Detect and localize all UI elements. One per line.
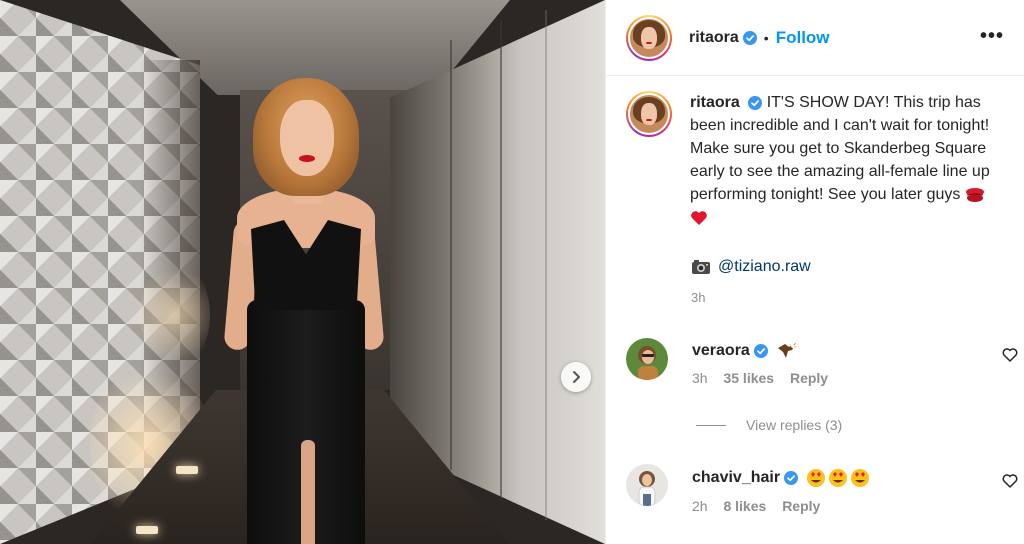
like-heart-icon[interactable] — [1002, 348, 1018, 362]
verified-badge-icon — [742, 30, 757, 45]
comment-likes[interactable]: 35 likes — [723, 370, 774, 386]
like-heart-icon[interactable] — [1002, 474, 1018, 488]
follow-button[interactable]: Follow — [776, 28, 830, 48]
camera-icon — [692, 260, 710, 274]
caption-text-block: ritaora IT'S SHOW DAY! This trip has bee… — [690, 91, 990, 229]
next-photo-button[interactable] — [561, 362, 591, 392]
photo-panel-line — [450, 40, 452, 470]
verified-badge-icon — [748, 95, 763, 110]
photo-floor-light — [176, 466, 198, 474]
photo-panel-line — [545, 10, 547, 520]
verified-badge-icon — [753, 344, 768, 358]
view-replies-button[interactable]: View replies (3) — [696, 417, 842, 433]
author-avatar[interactable] — [626, 14, 672, 61]
reply-button[interactable]: Reply — [782, 498, 820, 514]
commenter-username[interactable]: chaviv_hair — [692, 469, 780, 487]
eagle-icon — [777, 343, 797, 358]
subject-face — [280, 100, 334, 176]
comment-time[interactable]: 3h — [692, 370, 708, 386]
heart-eyes-emoji-icon — [807, 469, 870, 487]
kiss-mark-icon — [965, 187, 984, 202]
commenter-username[interactable]: veraora — [692, 342, 750, 360]
commenter-avatar[interactable] — [626, 464, 668, 506]
caption-username[interactable]: ritaora — [690, 94, 740, 111]
red-heart-icon — [691, 210, 707, 225]
photo-credit-link[interactable]: @tiziano.raw — [718, 258, 811, 276]
comment-time[interactable]: 2h — [692, 498, 708, 514]
author-username[interactable]: ritaora — [689, 29, 739, 47]
subject-leg — [301, 440, 315, 544]
comment-meta: 2h 8 likes Reply — [692, 498, 872, 514]
view-replies-label: View replies (3) — [746, 417, 843, 433]
subject-lips — [299, 155, 315, 162]
comment-body: veraora 3h 35 likes Reply — [692, 342, 828, 386]
photo-floor-light — [136, 526, 158, 534]
chevron-right-icon — [573, 371, 580, 383]
comment-meta: 3h 35 likes Reply — [692, 370, 828, 386]
commenter-avatar[interactable] — [626, 338, 668, 380]
photo-panel-line — [500, 20, 502, 500]
post-header: ritaora • Follow ••• — [606, 0, 1024, 76]
post-photo[interactable] — [0, 0, 605, 544]
comment-likes[interactable]: 8 likes — [723, 498, 766, 514]
header-separator: • — [763, 29, 769, 46]
post-caption: ritaora IT'S SHOW DAY! This trip has bee… — [626, 91, 1016, 229]
post-details-panel: ritaora • Follow ••• ritaora IT'S SHOW D… — [605, 0, 1024, 544]
post-timestamp[interactable]: 3h — [691, 290, 705, 305]
replies-divider — [696, 424, 726, 426]
verified-badge-icon — [784, 471, 799, 485]
photo-wall-glow — [140, 260, 210, 370]
reply-button[interactable]: Reply — [790, 370, 828, 386]
comment-body: chaviv_hair 2h 8 likes Reply — [692, 468, 872, 514]
more-options-icon[interactable]: ••• — [980, 26, 1004, 46]
photo-subject — [223, 60, 385, 544]
caption-author-avatar[interactable] — [626, 91, 672, 137]
photo-credit: @tiziano.raw — [691, 258, 811, 276]
